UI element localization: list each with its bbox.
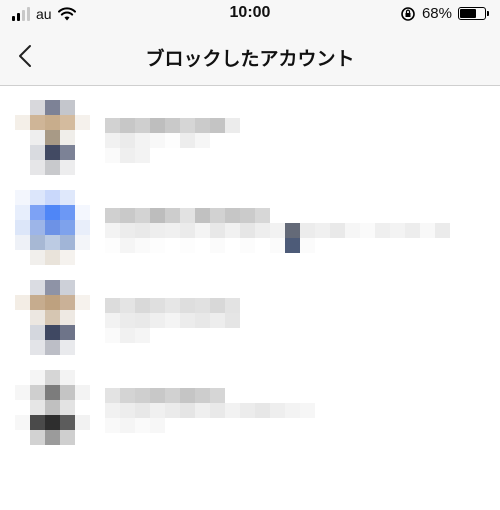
nav-bar: ブロックしたアカウント [0, 30, 500, 86]
battery-icon [458, 7, 489, 20]
account-username [105, 388, 315, 433]
orientation-lock-icon [401, 6, 415, 21]
status-right: 68% [400, 5, 489, 22]
account-username [105, 118, 240, 163]
account-display-name [105, 223, 450, 238]
account-display-name [105, 133, 240, 148]
account-avatar[interactable] [15, 190, 90, 265]
account-username [105, 208, 450, 253]
account-display-name [105, 403, 315, 418]
account-username [105, 298, 240, 343]
blocked-account-row[interactable] [0, 100, 500, 190]
status-bar: au 10:00 68% [0, 0, 500, 30]
blocked-account-row[interactable] [0, 280, 500, 370]
blocked-account-row[interactable] [0, 370, 500, 460]
page-title: ブロックしたアカウント [145, 48, 355, 70]
blocked-account-row[interactable] [0, 190, 500, 280]
account-display-name [105, 313, 240, 328]
account-avatar[interactable] [15, 370, 90, 445]
battery-percent: 68% [421, 5, 452, 22]
account-avatar[interactable] [15, 100, 90, 175]
account-avatar[interactable] [15, 280, 90, 355]
battery-fill [460, 9, 476, 18]
